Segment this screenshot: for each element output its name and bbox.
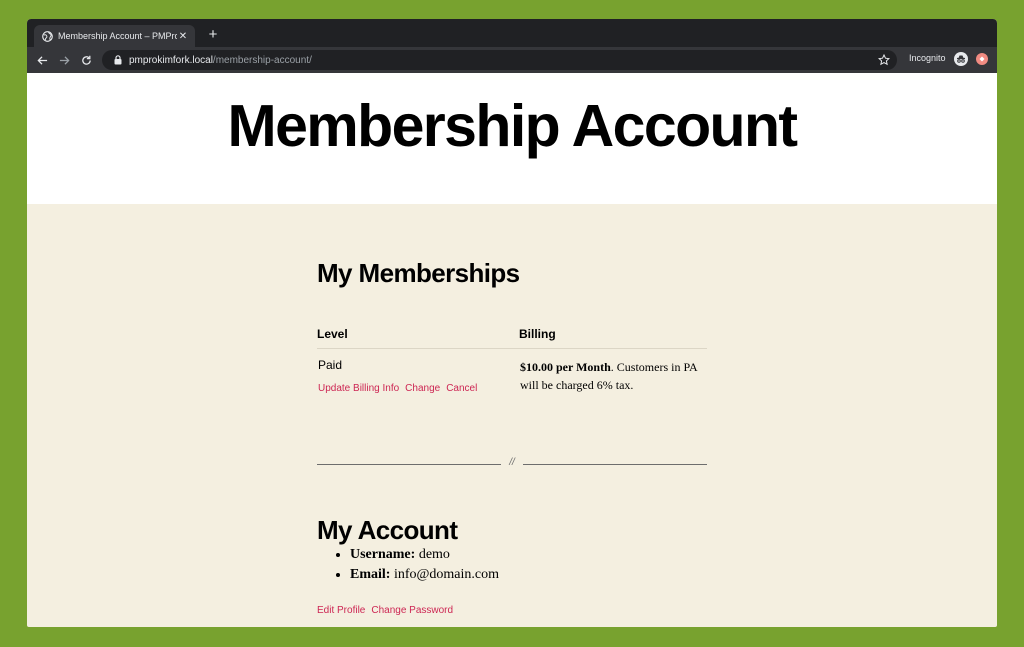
lock-icon bbox=[114, 55, 124, 65]
billing-price: $10.00 per Month bbox=[520, 360, 611, 374]
edit-profile-link[interactable]: Edit Profile bbox=[317, 605, 365, 616]
section-separator: // bbox=[317, 457, 707, 470]
account-heading: My Account bbox=[317, 515, 458, 545]
change-password-link[interactable]: Change Password bbox=[371, 605, 453, 616]
table-row: Paid Update Billing Info Change Cancel $10… bbox=[317, 349, 707, 398]
tab-title: Membership Account – PMPro bbox=[58, 31, 177, 41]
level-actions: Update Billing Info Change Cancel bbox=[318, 378, 518, 396]
browser-tab[interactable]: Membership Account – PMPro ✕ bbox=[34, 25, 195, 47]
separator-line-left bbox=[317, 464, 501, 465]
url-host: pmprokimfork.local bbox=[129, 54, 213, 66]
memberships-table: Level Billing Paid Update Billing Info Ch… bbox=[317, 327, 707, 397]
separator-mark: // bbox=[509, 457, 515, 468]
bookmark-star-icon[interactable] bbox=[876, 52, 892, 68]
level-name: Paid bbox=[318, 358, 343, 372]
level-cell: Paid Update Billing Info Change Cancel bbox=[317, 349, 519, 398]
table-header-row: Level Billing bbox=[317, 327, 707, 349]
globe-icon bbox=[41, 30, 53, 42]
tab-strip: Membership Account – PMPro ✕ + bbox=[27, 19, 997, 47]
list-item: Username: demo bbox=[350, 547, 499, 563]
cancel-link[interactable]: Cancel bbox=[446, 383, 477, 394]
account-details-list: Username: demo Email: info@domain.com bbox=[317, 547, 499, 587]
incognito-label: Incognito bbox=[909, 53, 946, 63]
account-actions: Edit Profile Change Password bbox=[317, 600, 459, 618]
page-header: Membership Account bbox=[27, 73, 997, 204]
email-label: Email: bbox=[350, 567, 391, 582]
browser-toolbar: pmprokimfork.local/membership-account/ I… bbox=[27, 47, 997, 73]
tab-close-icon[interactable]: ✕ bbox=[177, 31, 189, 42]
column-header-level: Level bbox=[317, 327, 519, 349]
profile-avatar-icon[interactable] bbox=[976, 53, 988, 65]
address-bar[interactable]: pmprokimfork.local/membership-account/ bbox=[102, 50, 897, 70]
column-header-billing: Billing bbox=[519, 327, 707, 349]
page-title: Membership Account bbox=[227, 93, 799, 159]
change-level-link[interactable]: Change bbox=[405, 383, 440, 394]
new-tab-button[interactable]: + bbox=[203, 25, 223, 45]
username-label: Username: bbox=[350, 547, 416, 562]
update-billing-link[interactable]: Update Billing Info bbox=[318, 383, 399, 394]
reload-icon[interactable] bbox=[76, 50, 96, 70]
back-arrow-icon[interactable] bbox=[32, 50, 52, 70]
browser-window: Membership Account – PMPro ✕ + pmprokimf… bbox=[27, 19, 997, 627]
memberships-heading: My Memberships bbox=[317, 258, 520, 288]
url-path: /membership-account/ bbox=[212, 54, 312, 66]
billing-cell: $10.00 per Month. Customers in PA will b… bbox=[519, 349, 707, 398]
list-item: Email: info@domain.com bbox=[350, 567, 499, 583]
forward-arrow-icon[interactable] bbox=[54, 50, 74, 70]
email-value: info@domain.com bbox=[390, 567, 499, 582]
separator-line-right bbox=[523, 464, 707, 465]
username-value: demo bbox=[415, 547, 450, 562]
incognito-icon[interactable] bbox=[954, 52, 968, 66]
